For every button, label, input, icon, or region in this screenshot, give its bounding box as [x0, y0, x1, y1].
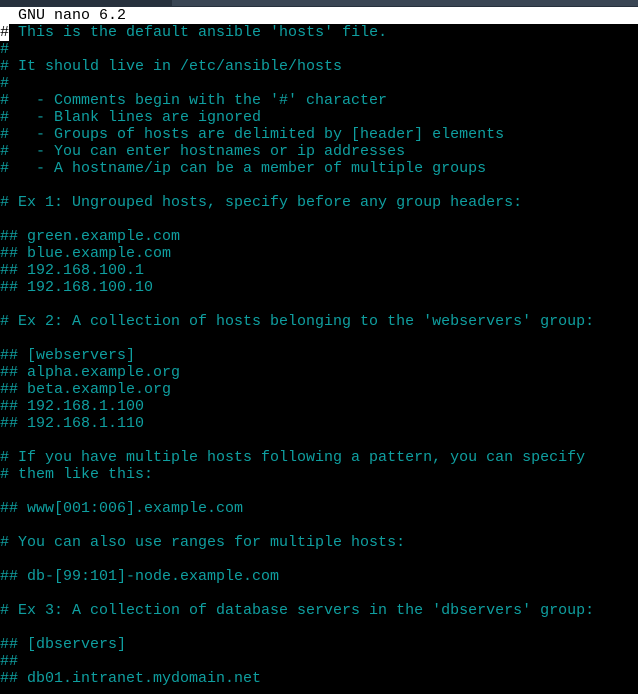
line-text: ## 192.168.100.10 — [0, 279, 154, 296]
editor-line[interactable] — [0, 517, 638, 534]
editor-line[interactable]: ## green.example.com — [0, 228, 638, 245]
editor-line[interactable]: ## [dbservers] — [0, 636, 638, 653]
editor-line[interactable]: # - You can enter hostnames or ip addres… — [0, 143, 638, 160]
editor-line[interactable]: ## 192.168.100.10 — [0, 279, 638, 296]
editor-line[interactable]: # — [0, 75, 638, 92]
editor-line[interactable] — [0, 330, 638, 347]
window-top-highlight — [172, 0, 638, 6]
editor-line[interactable] — [0, 619, 638, 636]
editor-line[interactable]: ## blue.example.com — [0, 245, 638, 262]
editor-line[interactable]: ## alpha.example.org — [0, 364, 638, 381]
line-text: # Ex 1: Ungrouped hosts, specify before … — [0, 194, 523, 211]
editor-line[interactable] — [0, 296, 638, 313]
line-text: ## db01.intranet.mydomain.net — [0, 670, 262, 687]
editor-line[interactable]: ## 192.168.100.1 — [0, 262, 638, 279]
editor-line[interactable]: ## db-[99:101]-node.example.com — [0, 568, 638, 585]
editor-line[interactable] — [0, 432, 638, 449]
line-text: # - A hostname/ip can be a member of mul… — [0, 160, 487, 177]
editor-line[interactable]: # - A hostname/ip can be a member of mul… — [0, 160, 638, 177]
editor-line[interactable]: # - Comments begin with the '#' characte… — [0, 92, 638, 109]
line-text: ## db-[99:101]-node.example.com — [0, 568, 280, 585]
editor-line[interactable]: # Ex 3: A collection of database servers… — [0, 602, 638, 619]
editor-line[interactable] — [0, 551, 638, 568]
text-editor-area[interactable]: # This is the default ansible 'hosts' fi… — [0, 24, 638, 694]
line-text: ## 192.168.1.110 — [0, 415, 145, 432]
line-text: ## — [0, 653, 19, 670]
editor-line[interactable]: # Ex 1: Ungrouped hosts, specify before … — [0, 194, 638, 211]
text-cursor: # — [0, 24, 10, 41]
editor-line[interactable]: # them like this: — [0, 466, 638, 483]
line-text: ## alpha.example.org — [0, 364, 181, 381]
line-text: ## beta.example.org — [0, 381, 172, 398]
line-text: This is the default ansible 'hosts' file… — [9, 24, 388, 41]
line-text: ## green.example.com — [0, 228, 181, 245]
line-text: # You can also use ranges for multiple h… — [0, 534, 406, 551]
editor-line[interactable]: ## beta.example.org — [0, 381, 638, 398]
editor-line[interactable] — [0, 177, 638, 194]
editor-line[interactable]: # - Blank lines are ignored — [0, 109, 638, 126]
editor-line[interactable]: ## 192.168.1.110 — [0, 415, 638, 432]
line-text: # - Blank lines are ignored — [0, 109, 262, 126]
line-text: # Ex 3: A collection of database servers… — [0, 602, 595, 619]
line-text: # them like this: — [0, 466, 154, 483]
line-text: ## 192.168.100.1 — [0, 262, 145, 279]
nano-title-bar: GNU nano 6.2 — [0, 7, 638, 24]
editor-line[interactable]: ## www[001:006].example.com — [0, 500, 638, 517]
line-text: # It should live in /etc/ansible/hosts — [0, 58, 343, 75]
editor-line[interactable]: # It should live in /etc/ansible/hosts — [0, 58, 638, 75]
line-text: # - You can enter hostnames or ip addres… — [0, 143, 406, 160]
line-text: # Ex 2: A collection of hosts belonging … — [0, 313, 595, 330]
editor-line[interactable]: # If you have multiple hosts following a… — [0, 449, 638, 466]
line-text: ## [dbservers] — [0, 636, 127, 653]
line-text: # If you have multiple hosts following a… — [0, 449, 586, 466]
editor-line[interactable]: ## — [0, 653, 638, 670]
editor-line[interactable]: # You can also use ranges for multiple h… — [0, 534, 638, 551]
line-text: ## blue.example.com — [0, 245, 172, 262]
line-text: # — [0, 75, 10, 92]
editor-line[interactable]: # — [0, 41, 638, 58]
line-text: ## www[001:006].example.com — [0, 500, 244, 517]
editor-line[interactable] — [0, 211, 638, 228]
editor-line[interactable] — [0, 585, 638, 602]
editor-line[interactable] — [0, 483, 638, 500]
editor-line[interactable]: ## [webservers] — [0, 347, 638, 364]
editor-line[interactable]: # This is the default ansible 'hosts' fi… — [0, 24, 638, 41]
editor-line[interactable]: ## db01.intranet.mydomain.net — [0, 670, 638, 687]
editor-line[interactable]: ## 192.168.1.100 — [0, 398, 638, 415]
editor-line[interactable]: # Ex 2: A collection of hosts belonging … — [0, 313, 638, 330]
app-title: GNU nano 6.2 — [18, 7, 127, 24]
line-text: ## 192.168.1.100 — [0, 398, 145, 415]
window-top-strip — [0, 0, 638, 7]
line-text: # - Groups of hosts are delimited by [he… — [0, 126, 505, 143]
line-text: # - Comments begin with the '#' characte… — [0, 92, 388, 109]
line-text: # — [0, 41, 10, 58]
line-text: ## [webservers] — [0, 347, 136, 364]
editor-line[interactable]: # - Groups of hosts are delimited by [he… — [0, 126, 638, 143]
